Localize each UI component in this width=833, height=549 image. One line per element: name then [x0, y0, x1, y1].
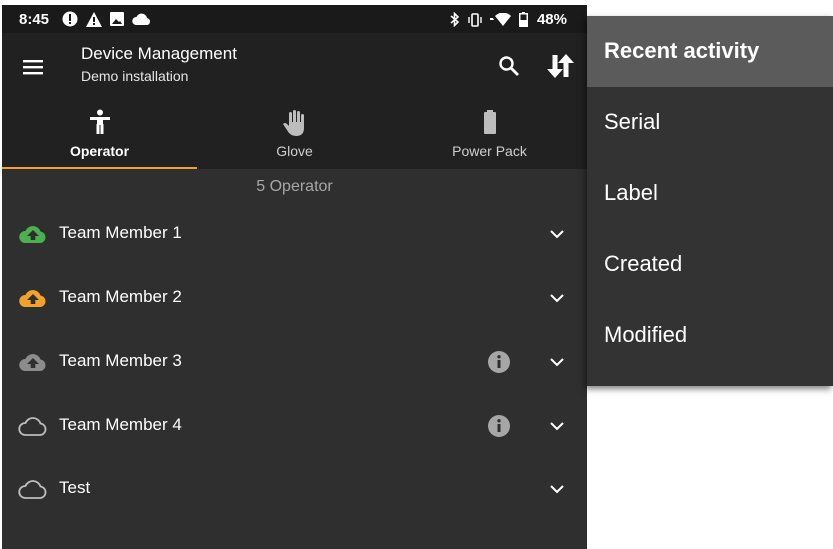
tab-glove[interactable]: Glove: [197, 101, 392, 169]
alert-circle-icon: [62, 11, 78, 27]
bluetooth-icon: [450, 12, 460, 27]
cloud-icon: [132, 13, 150, 25]
status-time: 8:45: [19, 11, 50, 28]
battery-percent: 48%: [536, 11, 567, 28]
sort-option-label[interactable]: Label: [587, 158, 833, 229]
chevron-down-icon[interactable]: [547, 479, 567, 499]
cloud-outline-icon: [18, 417, 47, 436]
active-tab-indicator: [2, 167, 197, 169]
cloud-upload-icon: [19, 226, 46, 243]
image-icon: [110, 12, 124, 26]
item-name: Team Member 1: [59, 223, 182, 242]
chevron-down-icon[interactable]: [547, 224, 567, 244]
item-name: Test: [59, 478, 91, 497]
app-bar: Device Management Demo installation: [2, 33, 587, 101]
sort-icon[interactable]: [543, 49, 577, 83]
system-icons: 48%: [450, 11, 567, 28]
hand-icon: [282, 110, 304, 136]
chevron-down-icon[interactable]: [547, 416, 567, 436]
list-item[interactable]: Team Member 4: [2, 394, 587, 458]
sort-option-created[interactable]: Created: [587, 229, 833, 300]
search-icon[interactable]: [496, 53, 522, 79]
sort-option-recent-activity[interactable]: Recent activity: [587, 16, 833, 87]
sort-option-label: Modified: [604, 322, 688, 347]
cloud-upload-icon: [19, 354, 46, 371]
vibrate-icon: [468, 12, 482, 27]
title-block: Device Management Demo installation: [81, 44, 237, 84]
warning-icon: [86, 11, 102, 27]
list-count: 5 Operator: [256, 178, 333, 195]
sort-option-label: Created: [604, 251, 683, 276]
tab-label: Glove: [276, 143, 313, 159]
tab-power-pack[interactable]: Power Pack: [392, 101, 587, 169]
sort-option-label: Recent activity: [604, 38, 760, 63]
menu-icon[interactable]: [20, 54, 46, 80]
cloud-outline-icon: [18, 480, 47, 499]
item-name: Team Member 3: [59, 351, 182, 370]
list-item[interactable]: Team Member 1: [2, 202, 587, 266]
list-item[interactable]: Team Member 2: [2, 266, 587, 330]
chevron-down-icon[interactable]: [547, 288, 567, 308]
tab-label: Power Pack: [452, 143, 527, 159]
tab-operator[interactable]: Operator: [2, 101, 197, 169]
sort-option-label-text: Label: [604, 180, 658, 205]
list-item[interactable]: Team Member 3: [2, 330, 587, 394]
notification-icons: [62, 11, 150, 27]
page-subtitle: Demo installation: [81, 68, 189, 84]
device-management-app: 8:45 48% Device Management Demo installa…: [2, 5, 587, 549]
sort-menu: Recent activity Serial Label Created Mod…: [587, 16, 833, 386]
info-icon[interactable]: [487, 414, 511, 438]
chevron-down-icon[interactable]: [547, 352, 567, 372]
category-tabs: Operator Glove Power Pack: [2, 101, 587, 169]
sort-option-modified[interactable]: Modified: [587, 300, 833, 371]
list-item[interactable]: Test: [2, 457, 587, 521]
wifi-icon: [489, 12, 511, 26]
item-name: Team Member 2: [59, 287, 182, 306]
battery-icon: [483, 110, 496, 134]
cloud-upload-icon: [19, 290, 46, 307]
sort-option-label: Serial: [604, 109, 661, 134]
tab-label: Operator: [69, 143, 130, 159]
info-icon[interactable]: [487, 350, 511, 374]
person-icon: [89, 109, 110, 134]
status-bar: 8:45 48%: [2, 5, 587, 33]
sort-option-serial[interactable]: Serial: [587, 87, 833, 158]
item-name: Team Member 4: [59, 415, 182, 434]
page-title: Device Management: [81, 44, 237, 63]
battery-icon: [518, 12, 528, 27]
